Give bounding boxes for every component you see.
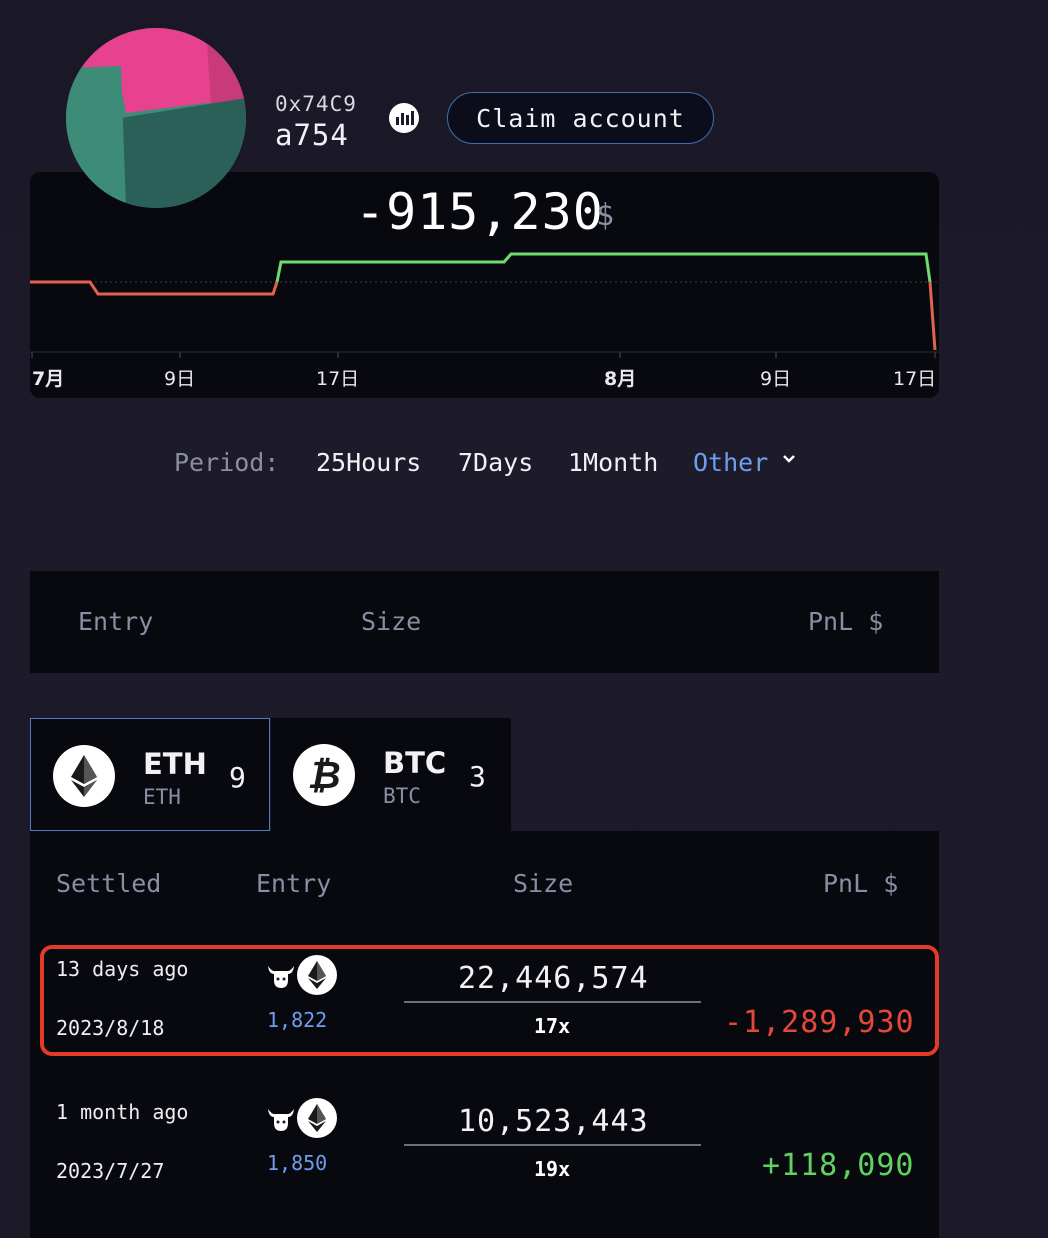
bull-icon xyxy=(268,1109,294,1131)
eth-icon xyxy=(297,1098,337,1138)
x-axis-ticks xyxy=(31,352,936,358)
x-tick-label: 8月 xyxy=(604,368,636,390)
x-tick-label: 7月 xyxy=(32,368,64,390)
size-divider xyxy=(404,1144,701,1146)
trade-pnl: +118,090 xyxy=(762,1148,915,1183)
x-tick-label: 17日 xyxy=(316,368,359,390)
address-prefix: 0x74C9 xyxy=(275,92,357,116)
tab-subtitle: ETH xyxy=(143,785,181,809)
leverage: 17x xyxy=(534,1014,571,1038)
tab-eth[interactable]: ETH ETH 9 xyxy=(30,718,270,831)
settled-date: 2023/8/18 xyxy=(56,1016,165,1040)
summary-table-header: Entry Size PnL $ xyxy=(30,571,939,673)
period-label: Period: xyxy=(174,448,280,477)
tab-btc[interactable]: ₿ BTC BTC 3 xyxy=(271,718,511,831)
line-segment-negative xyxy=(30,280,279,296)
period-selector: Period: 25Hours 7Days 1Month Other xyxy=(0,448,1048,482)
column-header-size: Size xyxy=(513,869,574,898)
tab-count: 9 xyxy=(229,761,246,794)
period-option-7days[interactable]: 7Days xyxy=(458,448,533,477)
period-option-25hours[interactable]: 25Hours xyxy=(316,448,421,477)
claim-account-button[interactable]: Claim account xyxy=(447,92,714,144)
column-header-entry: Entry xyxy=(256,869,332,898)
chart-logo-icon[interactable] xyxy=(388,102,420,134)
btc-icon: ₿ xyxy=(293,744,355,806)
column-header-size: Size xyxy=(361,607,422,636)
entry-price: 1,850 xyxy=(267,1151,328,1175)
line-segment-drop xyxy=(928,281,937,351)
tab-symbol: BTC xyxy=(383,746,447,780)
settled-relative-time: 13 days ago xyxy=(56,957,189,981)
line-segment-positive xyxy=(275,252,932,283)
settled-relative-time: 1 month ago xyxy=(56,1100,189,1124)
avatar xyxy=(66,28,246,208)
entry-price: 1,822 xyxy=(267,1008,328,1032)
address-suffix: a754 xyxy=(275,118,349,152)
eth-icon xyxy=(297,955,337,995)
x-tick-label: 17日 xyxy=(893,368,936,390)
tab-count: 3 xyxy=(469,760,486,793)
x-tick-label: 9日 xyxy=(164,368,195,390)
position-size: 10,523,443 xyxy=(458,1104,649,1139)
column-header-entry: Entry xyxy=(78,607,154,636)
position-size: 22,446,574 xyxy=(458,961,649,996)
column-header-pnl: PnL $ xyxy=(808,607,884,636)
trade-pnl: -1,289,930 xyxy=(724,1005,915,1040)
svg-text:₿: ₿ xyxy=(307,753,340,797)
chevron-down-icon[interactable] xyxy=(781,451,797,467)
size-divider xyxy=(404,1001,701,1003)
period-option-other[interactable]: Other xyxy=(693,448,768,477)
settled-date: 2023/7/27 xyxy=(56,1159,165,1183)
tab-symbol: ETH xyxy=(143,747,207,781)
bull-icon xyxy=(268,966,294,988)
period-option-1month[interactable]: 1Month xyxy=(568,448,658,477)
leverage: 19x xyxy=(534,1157,571,1181)
tab-subtitle: BTC xyxy=(383,784,421,808)
column-header-settled: Settled xyxy=(56,869,162,898)
column-header-pnl: PnL $ xyxy=(823,869,899,898)
x-tick-label: 9日 xyxy=(760,368,791,390)
eth-icon xyxy=(53,745,115,807)
